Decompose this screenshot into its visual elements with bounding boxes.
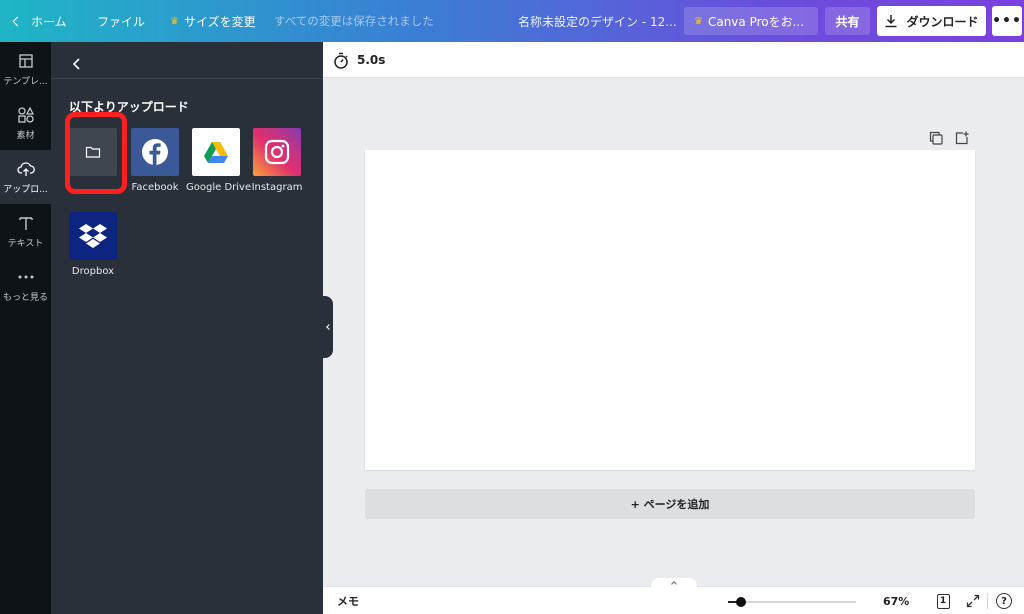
rail-item-uploads[interactable]: アップロ...	[0, 150, 51, 204]
more-options-button[interactable]: •••	[992, 6, 1022, 36]
instagram-tile	[253, 128, 301, 176]
upload-source-device[interactable]	[63, 128, 123, 182]
rail-item-text[interactable]: テキスト	[0, 204, 51, 258]
source-label: Facebook	[131, 182, 179, 193]
home-label: ホーム	[31, 14, 67, 29]
more-icon	[18, 275, 33, 279]
add-page-bar-button[interactable]: + ページを追加	[365, 489, 975, 519]
upload-source-dropbox[interactable]: Dropbox	[63, 212, 123, 277]
bottom-bar: メモ 67% 1 ?	[323, 578, 1024, 614]
panel-divider	[51, 78, 323, 79]
panel-back-button[interactable]	[67, 54, 87, 74]
file-label: ファイル	[97, 14, 146, 29]
rail-item-more[interactable]: もっと見る	[0, 258, 51, 312]
zoom-slider-handle[interactable]	[735, 597, 746, 607]
source-label: Instagram	[251, 182, 303, 193]
download-label: ダウンロード	[906, 14, 979, 29]
source-label: Google Drive	[186, 182, 252, 193]
zoom-level[interactable]: 67%	[883, 587, 909, 614]
resize-button[interactable]: ♛ サイズを変更	[170, 0, 256, 42]
stopwatch-icon	[334, 52, 348, 69]
home-button[interactable]: ホーム	[12, 0, 67, 42]
instagram-icon	[264, 139, 290, 165]
design-canvas-page[interactable]	[365, 150, 975, 470]
fullscreen-button[interactable]	[965, 593, 981, 609]
collapse-panel-handle[interactable]	[322, 296, 333, 358]
page-actions	[929, 130, 969, 145]
rail-label: アップロ...	[3, 185, 48, 195]
dropbox-tile	[69, 212, 117, 260]
upload-source-facebook[interactable]: Facebook	[125, 128, 185, 193]
chevron-left-icon	[325, 324, 332, 330]
canva-pro-button[interactable]: ♛ Canva Proをお...	[684, 7, 818, 35]
source-label: Dropbox	[71, 266, 115, 277]
crown-icon: ♛	[694, 15, 703, 27]
crown-icon: ♛	[170, 15, 179, 27]
add-page-button[interactable]	[955, 130, 969, 145]
rail-label: テキスト	[7, 239, 44, 249]
chevron-left-icon	[12, 16, 23, 26]
duplicate-icon	[929, 131, 943, 145]
page-count: 1	[936, 593, 950, 609]
expand-icon	[966, 594, 980, 608]
help-icon: ?	[996, 593, 1012, 609]
expand-pages-handle[interactable]	[651, 578, 697, 588]
rail-item-templates[interactable]: テンプレ...	[0, 42, 51, 96]
design-title[interactable]: 名称未設定のデザイン - 12...	[518, 0, 677, 42]
zoom-slider[interactable]	[728, 597, 856, 607]
duplicate-page-button[interactable]	[929, 130, 943, 145]
file-menu-button[interactable]: ファイル	[97, 0, 145, 42]
google-drive-icon	[204, 142, 228, 163]
duration-label: 5.0s	[357, 53, 386, 67]
rail-item-elements[interactable]: 素材	[0, 96, 51, 150]
top-bar: ホーム ファイル ♛ サイズを変更 すべての変更は保存されました 名称未設定のデ…	[0, 0, 1024, 42]
duration-button[interactable]: 5.0s	[333, 42, 385, 78]
elements-icon	[17, 106, 34, 123]
template-icon	[18, 54, 33, 68]
rail-label: もっと見る	[2, 293, 48, 303]
rail-label: 素材	[16, 131, 35, 141]
upload-icon	[16, 162, 35, 176]
google-drive-tile	[192, 128, 240, 176]
left-rail: テンプレ... 素材 アップロ... テキスト もっと見る	[0, 42, 51, 614]
rail-label: テンプレ...	[3, 77, 48, 87]
memo-button[interactable]: メモ	[337, 587, 359, 614]
upload-source-instagram[interactable]: Instagram	[247, 128, 307, 193]
folder-icon	[85, 146, 101, 158]
facebook-tile	[131, 128, 179, 176]
add-page-icon	[955, 131, 969, 145]
download-icon	[885, 15, 897, 28]
chevron-left-icon	[72, 58, 80, 70]
help-button[interactable]: ?	[996, 593, 1012, 609]
text-icon	[18, 217, 33, 230]
upload-source-google-drive[interactable]: Google Drive	[186, 128, 252, 193]
save-status: すべての変更は保存されました	[274, 14, 434, 28]
share-button[interactable]: 共有	[825, 7, 870, 35]
device-tile	[69, 128, 117, 176]
facebook-icon	[142, 139, 168, 165]
editor-toolbar: 5.0s	[323, 42, 1024, 78]
divider	[987, 593, 988, 609]
dropbox-icon	[79, 224, 107, 248]
panel-heading: 以下よりアップロード	[69, 100, 189, 114]
canva-pro-label: Canva Proをお...	[707, 14, 805, 29]
download-button[interactable]: ダウンロード	[877, 6, 986, 36]
upload-panel: 以下よりアップロード Facebook Google Drive Instagr…	[51, 42, 323, 614]
resize-label: サイズを変更	[183, 14, 256, 29]
chevron-up-icon	[671, 581, 677, 587]
page-count-button[interactable]: 1	[935, 593, 951, 609]
